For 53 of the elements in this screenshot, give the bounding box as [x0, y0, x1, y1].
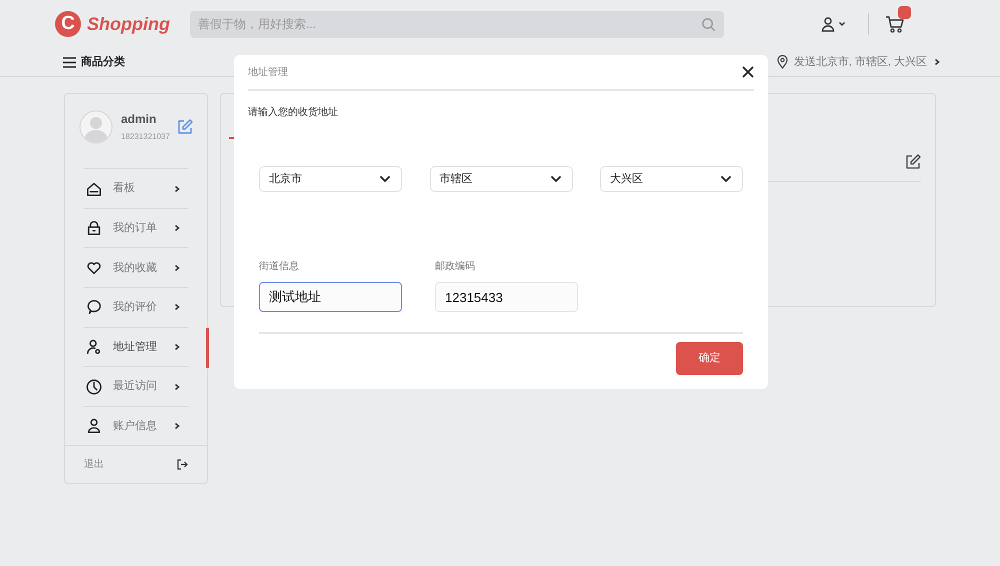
chevron-right-icon [173, 224, 181, 232]
chevron-right-icon [173, 422, 181, 430]
dialog-prompt: 请输入您的收货地址 [248, 106, 339, 120]
confirm-button[interactable]: 确定 [676, 342, 743, 375]
user-name: admin [121, 111, 158, 128]
search-input[interactable]: 善假于物，用好搜索... [198, 15, 678, 33]
selected-indicator [206, 328, 208, 368]
chevron-right-icon [173, 303, 181, 312]
sidebar-item[interactable]: 我的订单 [113, 220, 173, 236]
logo-text[interactable]: Shopping [87, 10, 170, 38]
dropdown-value: 北京市 [269, 172, 302, 187]
dropdown[interactable]: 北京市 [259, 166, 402, 192]
speech-bubble-icon [85, 298, 103, 316]
edit-icon[interactable] [905, 154, 921, 170]
user-pin-icon [85, 338, 103, 356]
user-icon[interactable] [821, 16, 835, 32]
dialog-title: 地址管理 [248, 66, 288, 80]
chevron-right-icon [173, 342, 181, 351]
lock-bag-icon [85, 219, 103, 238]
dropdown[interactable]: 市辖区 [430, 166, 572, 192]
sidebar-item[interactable]: 账户信息 [113, 418, 173, 434]
avatar-icon [79, 110, 113, 144]
search-field[interactable]: 善假于物，用好搜索... [190, 10, 724, 38]
chevron-right-icon [173, 264, 181, 272]
dropdown-value: 市辖区 [440, 172, 472, 187]
chevron-right-icon [173, 382, 181, 391]
input-field[interactable]: 测试地址 [259, 282, 402, 312]
sidebar-item[interactable]: 地址管理 [113, 338, 173, 356]
clock-icon [85, 378, 103, 396]
input-field[interactable]: 12315433 [435, 282, 578, 312]
cart-badge [898, 6, 911, 19]
logout-icon[interactable] [176, 459, 188, 470]
field-label: 邮政编码 [435, 260, 476, 274]
user-phone: 18231321037 [121, 131, 170, 143]
dropdown[interactable]: 大兴区 [600, 166, 743, 192]
chevron-down-icon[interactable] [838, 20, 846, 28]
cart-icon[interactable] [885, 15, 905, 33]
chevron-right-icon [173, 184, 181, 193]
chevron-right-icon [933, 58, 941, 66]
sidebar-item[interactable]: 最近访问 [113, 378, 173, 395]
delivery-location[interactable]: 发送北京市, 市辖区, 大兴区 [794, 54, 927, 70]
category-menu[interactable]: 商品分类 [81, 54, 125, 70]
sidebar-item[interactable]: 我的收藏 [113, 260, 173, 276]
field-label: 街道信息 [259, 260, 300, 274]
sidebar-item[interactable]: 我的评价 [113, 299, 173, 316]
dropdown-value: 大兴区 [610, 172, 643, 187]
menu-icon[interactable] [63, 56, 76, 68]
location-pin-icon [776, 55, 788, 69]
logo-badge[interactable]: C [55, 11, 81, 37]
user-icon [85, 417, 103, 436]
sidebar-item[interactable]: 看板 [113, 180, 173, 197]
close-icon[interactable] [742, 66, 754, 78]
logout-link[interactable]: 退出 [84, 457, 104, 472]
